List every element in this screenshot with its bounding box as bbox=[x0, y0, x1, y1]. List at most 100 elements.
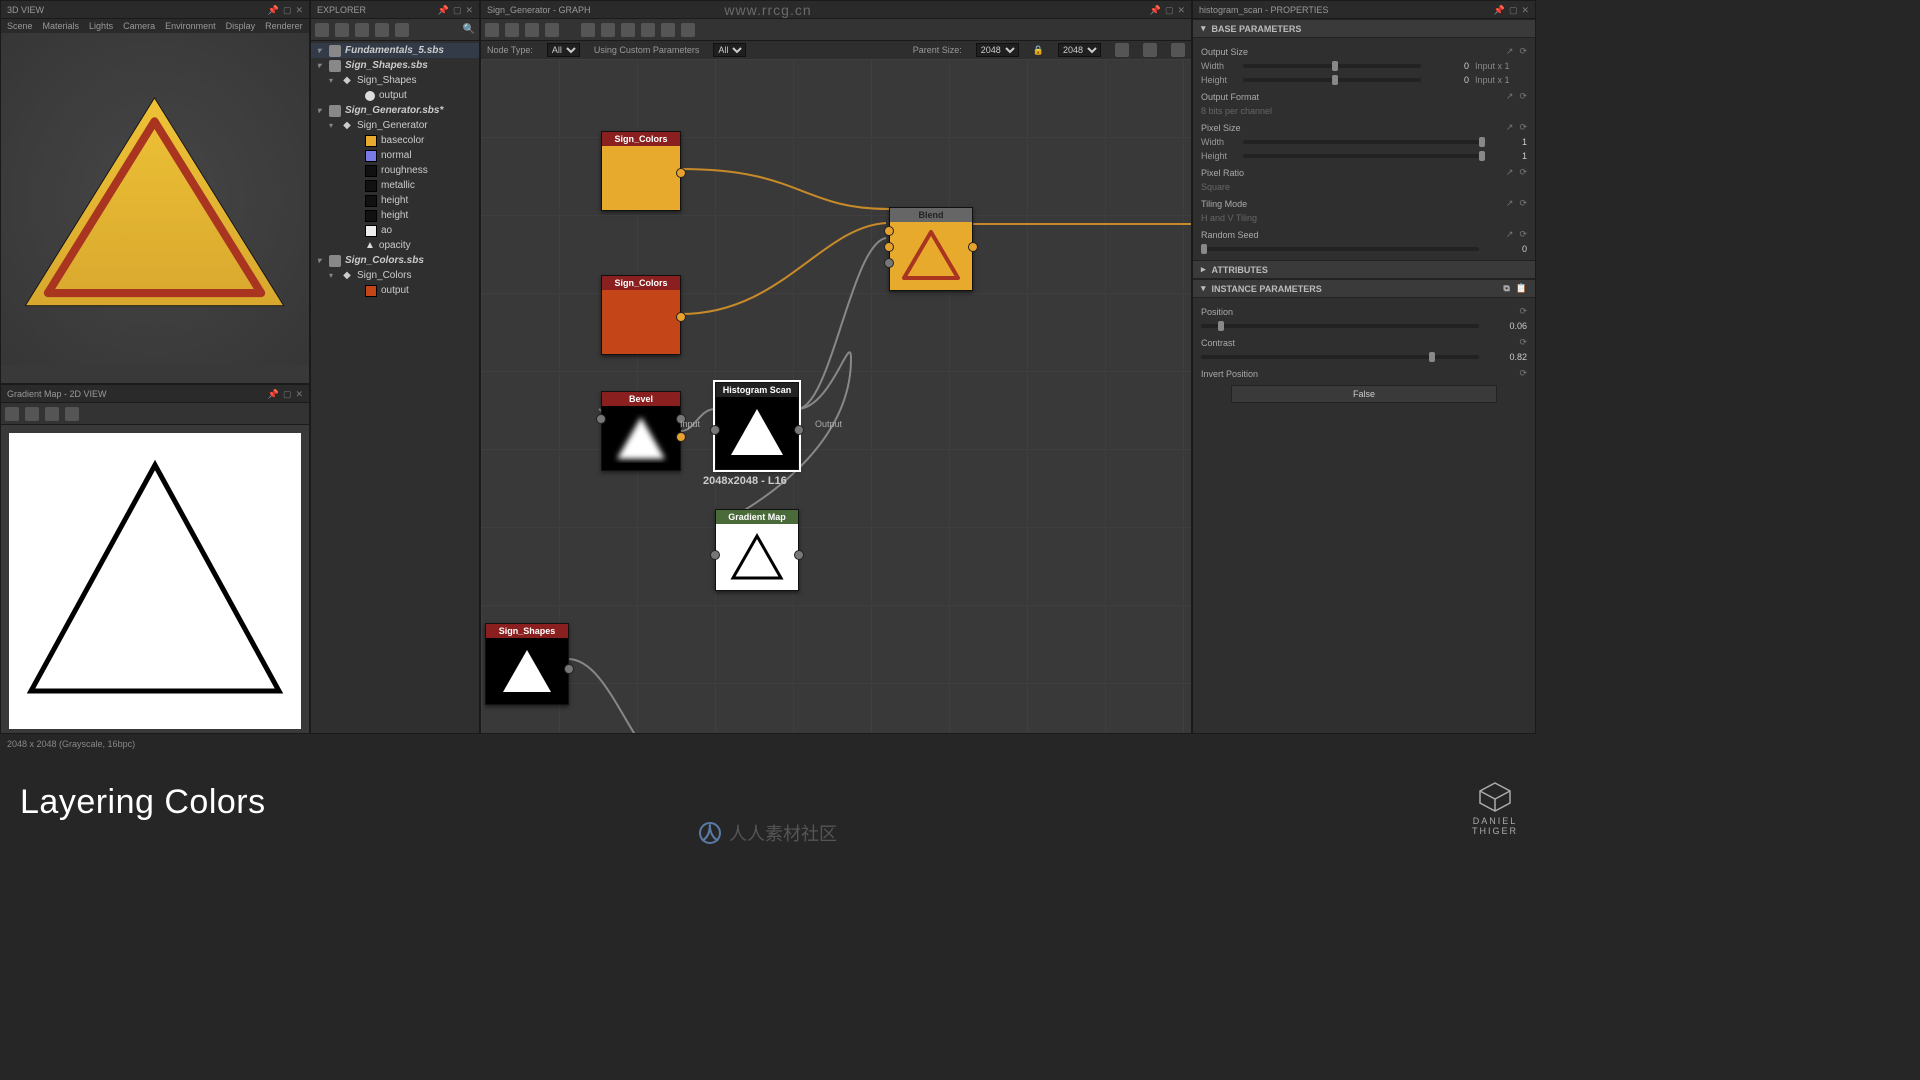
frame-icon[interactable] bbox=[681, 23, 695, 37]
menu-lights[interactable]: Lights bbox=[89, 21, 113, 31]
close-icon[interactable]: ✕ bbox=[295, 385, 303, 403]
align-icon[interactable] bbox=[581, 23, 595, 37]
output-port[interactable] bbox=[794, 425, 804, 435]
3d-viewport[interactable] bbox=[1, 33, 309, 365]
tree-item[interactable]: basecolor bbox=[311, 133, 479, 148]
node-sign-colors-1[interactable]: Sign_Colors bbox=[601, 131, 681, 211]
output-port[interactable] bbox=[564, 664, 574, 674]
window-icon[interactable]: ▢ bbox=[283, 1, 292, 19]
tree-item[interactable]: ▾Fundamentals_5.sbs bbox=[311, 43, 479, 58]
output-port[interactable] bbox=[794, 550, 804, 560]
curve-icon[interactable] bbox=[641, 23, 655, 37]
mask-port[interactable] bbox=[884, 258, 894, 268]
reset-icon[interactable]: ⟳ bbox=[1519, 337, 1527, 348]
node-gradient-map[interactable]: Gradient Map bbox=[715, 509, 799, 591]
section-attributes[interactable]: ▸ATTRIBUTES bbox=[1193, 260, 1535, 279]
link-icon[interactable]: ↗ bbox=[1506, 46, 1514, 57]
tree-item[interactable]: output bbox=[311, 88, 479, 103]
link-icon[interactable]: ↗ bbox=[1506, 122, 1514, 133]
group-icon[interactable] bbox=[505, 23, 519, 37]
close-icon[interactable]: ✕ bbox=[1521, 1, 1529, 19]
reset-icon[interactable]: ⟳ bbox=[1519, 306, 1527, 317]
lock-icon[interactable]: 🔒 bbox=[1033, 45, 1044, 56]
output-port[interactable] bbox=[676, 168, 686, 178]
node-blend[interactable]: Blend bbox=[889, 207, 973, 291]
tree-item[interactable]: ao bbox=[311, 223, 479, 238]
reset-icon[interactable]: ⟳ bbox=[1519, 229, 1527, 240]
tree-item[interactable]: height bbox=[311, 193, 479, 208]
pin-icon[interactable]: 📌 bbox=[268, 385, 279, 403]
export-icon[interactable] bbox=[375, 23, 389, 37]
menu-camera[interactable]: Camera bbox=[123, 21, 155, 31]
pin-icon[interactable]: 📌 bbox=[438, 1, 449, 19]
slider-output-width[interactable] bbox=[1243, 64, 1421, 68]
arrow-icon[interactable] bbox=[621, 23, 635, 37]
save-icon[interactable] bbox=[5, 407, 19, 421]
opt1-icon[interactable] bbox=[1115, 43, 1129, 57]
graph-canvas[interactable]: Sign_Colors Sign_Colors Bevel Histogram … bbox=[481, 59, 1191, 733]
reset-icon[interactable]: ⟳ bbox=[1519, 198, 1527, 209]
tree-item[interactable]: ▾Sign_Colors.sbs bbox=[311, 253, 479, 268]
menu-scene[interactable]: Scene bbox=[7, 21, 33, 31]
close-icon[interactable]: ✕ bbox=[295, 1, 303, 19]
slider-pixel-height[interactable] bbox=[1243, 154, 1479, 158]
parent-h-select[interactable]: 2048 bbox=[1058, 43, 1101, 57]
tree-item[interactable]: metallic bbox=[311, 178, 479, 193]
node-sign-shapes[interactable]: Sign_Shapes bbox=[485, 623, 569, 705]
menu-environment[interactable]: Environment bbox=[165, 21, 216, 31]
paste-icon[interactable]: 📋 bbox=[1516, 283, 1527, 294]
close-icon[interactable]: ✕ bbox=[465, 1, 473, 19]
slider-pixel-width[interactable] bbox=[1243, 140, 1479, 144]
in1-port[interactable] bbox=[884, 226, 894, 236]
tree-item[interactable]: ▲opacity bbox=[311, 238, 479, 253]
window-icon[interactable]: ▢ bbox=[453, 1, 462, 19]
invert-toggle[interactable]: False bbox=[1231, 385, 1497, 403]
custom-param-select[interactable]: All bbox=[713, 43, 746, 57]
copy-icon[interactable]: ⧉ bbox=[1503, 283, 1509, 294]
node-icon[interactable] bbox=[485, 23, 499, 37]
tree-item[interactable]: height bbox=[311, 208, 479, 223]
tree-item[interactable]: ▾Sign_Generator.sbs* bbox=[311, 103, 479, 118]
link-icon[interactable]: ↗ bbox=[1506, 229, 1514, 240]
tree-item[interactable]: normal bbox=[311, 148, 479, 163]
tree-item[interactable]: output bbox=[311, 283, 479, 298]
tree-item[interactable]: ▾Sign_Shapes.sbs bbox=[311, 58, 479, 73]
parent-w-select[interactable]: 2048 bbox=[976, 43, 1019, 57]
slider-seed[interactable] bbox=[1201, 247, 1479, 251]
close-icon[interactable]: ✕ bbox=[1177, 1, 1185, 19]
explorer-tree[interactable]: ▾Fundamentals_5.sbs▾Sign_Shapes.sbs▾◆Sig… bbox=[311, 41, 479, 300]
window-icon[interactable]: ▢ bbox=[283, 385, 292, 403]
menu-renderer[interactable]: Renderer bbox=[265, 21, 303, 31]
python-icon[interactable] bbox=[395, 23, 409, 37]
link-icon[interactable]: ↗ bbox=[1506, 91, 1514, 102]
slider-contrast[interactable] bbox=[1201, 355, 1479, 359]
tree-item[interactable]: roughness bbox=[311, 163, 479, 178]
slider-position[interactable] bbox=[1201, 324, 1479, 328]
refresh-icon[interactable] bbox=[335, 23, 349, 37]
slider-output-height[interactable] bbox=[1243, 78, 1421, 82]
input-port[interactable] bbox=[710, 550, 720, 560]
link-icon[interactable] bbox=[355, 23, 369, 37]
tree-item[interactable]: ▾◆Sign_Generator bbox=[311, 118, 479, 133]
pin-icon[interactable]: 📌 bbox=[1494, 1, 1505, 19]
node-bevel[interactable]: Bevel bbox=[601, 391, 681, 471]
stack-icon[interactable] bbox=[45, 407, 59, 421]
opt2-icon[interactable] bbox=[1143, 43, 1157, 57]
opt3-icon[interactable] bbox=[1171, 43, 1185, 57]
reset-icon[interactable]: ⟳ bbox=[1519, 122, 1527, 133]
pin-icon[interactable]: 📌 bbox=[268, 1, 279, 19]
tree-item[interactable]: ▾◆Sign_Shapes bbox=[311, 73, 479, 88]
window-icon[interactable]: ▢ bbox=[1165, 1, 1174, 19]
copy-icon[interactable] bbox=[25, 407, 39, 421]
input-port[interactable] bbox=[710, 425, 720, 435]
menu-materials[interactable]: Materials bbox=[43, 21, 80, 31]
layout-icon[interactable] bbox=[601, 23, 615, 37]
reset-icon[interactable]: ⟳ bbox=[1519, 167, 1527, 178]
window-icon[interactable]: ▢ bbox=[1509, 1, 1518, 19]
link-icon[interactable]: ↗ bbox=[1506, 198, 1514, 209]
tree-item[interactable]: ▾◆Sign_Colors bbox=[311, 268, 479, 283]
output-port[interactable] bbox=[968, 242, 978, 252]
menu-display[interactable]: Display bbox=[226, 21, 256, 31]
in2-port[interactable] bbox=[884, 242, 894, 252]
node-type-select[interactable]: All bbox=[547, 43, 580, 57]
